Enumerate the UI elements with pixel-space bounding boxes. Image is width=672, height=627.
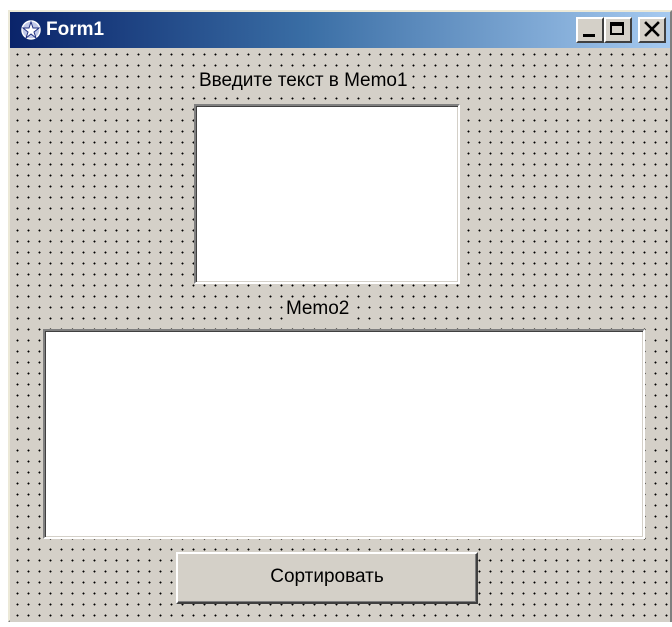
form1-window: Form1 Введите текст в Memo1 Memo2 Сортир… [8,10,672,622]
title-bar[interactable]: Form1 [10,12,670,48]
form-client-area: Введите текст в Memo1 Memo2 Сортировать [10,48,670,622]
memo1-textarea[interactable] [194,104,460,284]
minimize-icon [583,34,595,37]
memo1-label: Введите текст в Memo1 [197,70,410,92]
close-icon [644,21,660,37]
memo2-label: Memo2 [284,298,352,320]
minimize-button[interactable] [576,17,604,43]
window-title: Form1 [46,19,105,40]
sort-button[interactable]: Сортировать [176,552,478,604]
maximize-icon [610,22,624,35]
close-button[interactable] [638,17,666,43]
maximize-button[interactable] [604,17,632,43]
memo2-textarea[interactable] [43,329,645,539]
delphi-form-icon [21,20,41,40]
